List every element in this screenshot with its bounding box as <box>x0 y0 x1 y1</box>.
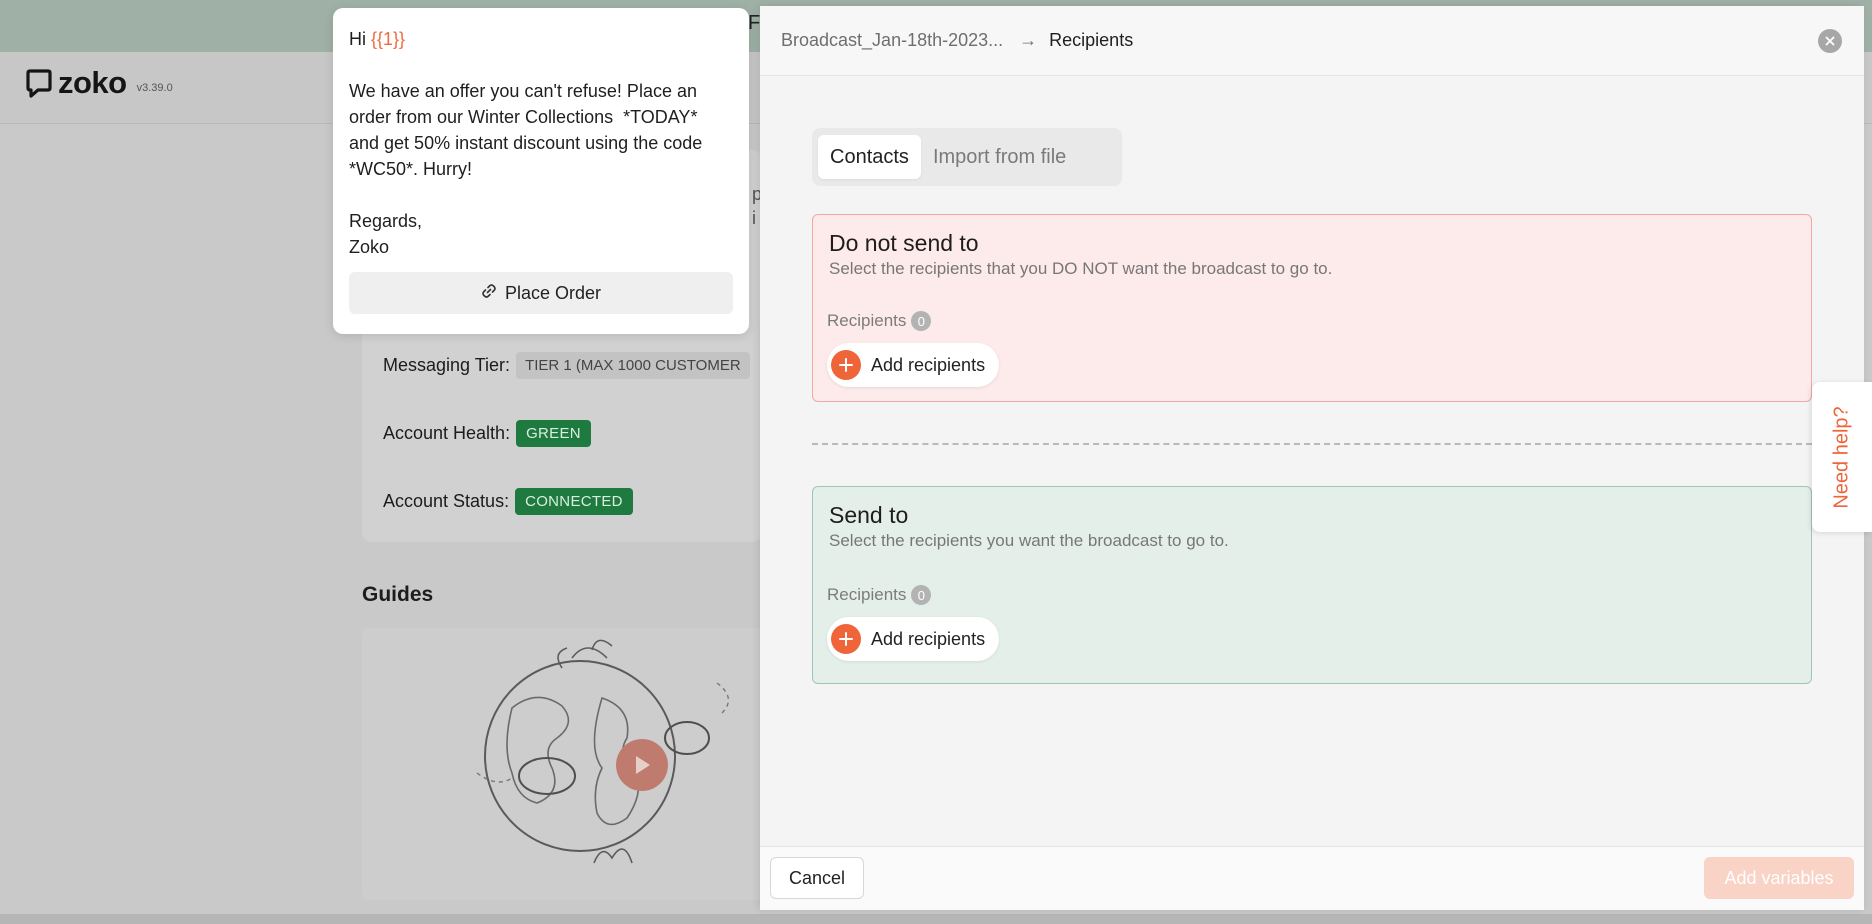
preview-signature: Zoko <box>349 237 390 257</box>
app-version: v3.39.0 <box>136 82 173 94</box>
preview-body-line: order from our Winter Collections *TODAY… <box>349 107 698 127</box>
preview-body-line: We have an offer you can't refuse! Place… <box>349 81 697 101</box>
messaging-tier-label: Messaging Tier: <box>383 355 511 375</box>
do-not-send-title: Do not send to <box>829 230 979 256</box>
preview-greeting-line: Hi {{1}} <box>349 26 733 52</box>
place-order-button[interactable]: Place Order <box>349 272 733 314</box>
tab-import-from-file[interactable]: Import from file <box>921 135 1078 179</box>
exclude-add-recipients-button[interactable]: Add recipients <box>827 343 1000 387</box>
guide-video-thumbnail[interactable] <box>362 628 762 900</box>
globe-illustration <box>476 639 730 864</box>
recipients-label-text: Recipients <box>827 311 907 330</box>
brand-name: zoko <box>58 65 127 100</box>
brand-logo[interactable]: zoko v3.39.0 <box>26 65 173 100</box>
preview-greeting: Hi <box>349 29 371 49</box>
account-health-row: Account Health: GREEN <box>383 420 591 447</box>
include-recipients-label: Recipients 0 <box>827 585 932 605</box>
recipients-label-text: Recipients <box>827 585 907 604</box>
add-recipients-label: Add recipients <box>871 354 986 375</box>
app-screen: F zoko v3.39.0 p i Messaging Tier: TIER … <box>0 0 1872 924</box>
add-recipients-label: Add recipients <box>871 628 986 649</box>
source-tabs: Contacts Import from file <box>812 128 1122 186</box>
tab-contacts[interactable]: Contacts <box>818 135 921 179</box>
include-add-recipients-button[interactable]: Add recipients <box>827 617 1000 661</box>
account-health-label: Account Health: <box>383 423 511 443</box>
modal-header: Broadcast_Jan-18th-2023... → Recipients <box>760 6 1864 76</box>
messaging-tier-value: TIER 1 (MAX 1000 CUSTOMER <box>516 352 750 379</box>
close-icon[interactable] <box>1818 29 1842 53</box>
preview-regards: Regards, <box>349 211 423 231</box>
account-status-badge: CONNECTED <box>515 488 633 515</box>
breadcrumb-arrow-icon: → <box>1019 30 1038 50</box>
send-to-description: Select the recipients you want the broad… <box>829 531 1229 550</box>
do-not-send-section: Do not send to Select the recipients tha… <box>812 214 1812 402</box>
need-help-label: Need help? <box>1830 405 1853 509</box>
preview-variable: {{1}} <box>371 29 406 49</box>
background-text-fragment: i <box>752 208 756 228</box>
need-help-tab[interactable]: Need help? <box>1812 382 1872 532</box>
do-not-send-description: Select the recipients that you DO NOT wa… <box>829 259 1333 278</box>
add-variables-button[interactable]: Add variables <box>1704 857 1854 899</box>
send-to-title: Send to <box>829 502 909 528</box>
bottom-strip <box>0 914 1872 924</box>
cancel-button[interactable]: Cancel <box>770 857 864 899</box>
section-divider <box>812 443 1812 445</box>
plus-icon <box>831 624 861 654</box>
link-icon <box>481 280 497 306</box>
breadcrumb-broadcast[interactable]: Broadcast_Jan-18th-2023... <box>781 30 1003 51</box>
send-to-section: Send to Select the recipients you want t… <box>812 486 1812 684</box>
messaging-tier-row: Messaging Tier: TIER 1 (MAX 1000 CUSTOME… <box>383 352 750 379</box>
account-status-label: Account Status: <box>383 491 510 511</box>
modal-footer: Cancel Add variables <box>760 846 1864 910</box>
guides-heading: Guides <box>362 583 434 606</box>
recipients-count-badge: 0 <box>911 585 932 605</box>
message-preview-card: Hi {{1}} We have an offer you can't refu… <box>333 8 749 334</box>
exclude-recipients-label: Recipients 0 <box>827 311 932 331</box>
background-text-fragment: F <box>748 12 761 34</box>
breadcrumb-current: Recipients <box>1049 30 1134 50</box>
play-icon[interactable] <box>616 739 668 791</box>
preview-body-line: and get 50% instant discount using the c… <box>349 133 703 153</box>
chat-logo-icon <box>26 68 52 98</box>
recipients-modal: Broadcast_Jan-18th-2023... → Recipients … <box>760 6 1864 910</box>
plus-icon <box>831 350 861 380</box>
account-status-row: Account Status: CONNECTED <box>383 488 633 515</box>
recipients-count-badge: 0 <box>911 311 932 331</box>
place-order-label: Place Order <box>504 283 602 303</box>
account-health-badge: GREEN <box>516 420 591 447</box>
preview-body-line: *WC50*. Hurry! <box>349 159 473 179</box>
